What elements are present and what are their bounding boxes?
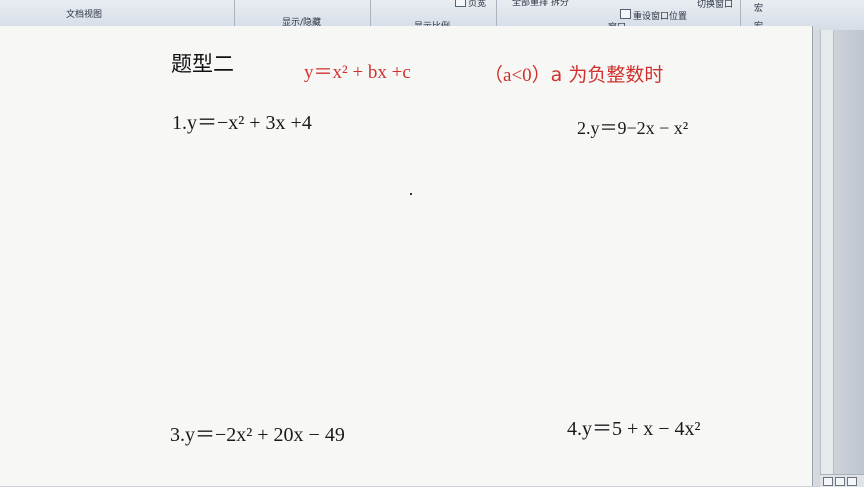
print-layout-view-icon[interactable] [823, 477, 833, 486]
question-2: 2.y＝9−2x − x² [577, 118, 689, 138]
reset-window-button[interactable]: 重设窗口位置 [633, 9, 687, 22]
condition-text: （a<0）a 为负整数时 [484, 60, 663, 87]
macro-button[interactable]: 宏 [754, 1, 763, 14]
question-3: 3.y＝−2x² + 20x − 49 [170, 424, 345, 446]
document-page[interactable]: 题型二 y＝x² + bx +c （a<0）a 为负整数时 1.y＝−x² + … [0, 26, 813, 486]
web-layout-view-icon[interactable] [847, 477, 857, 486]
condition-a: a<0 [503, 65, 532, 86]
question-4: 4.y＝5 + x − 4x² [567, 418, 701, 440]
condition-prefix: （ [484, 64, 504, 86]
vertical-scrollbar[interactable] [820, 30, 834, 474]
page-title: 题型二 [171, 52, 234, 76]
template-equation: y＝x² + bx +c [304, 62, 411, 83]
text-cursor-mark [410, 193, 412, 195]
ribbon-group-document-view[interactable]: 文档视图 [66, 7, 102, 20]
page-width-button[interactable]: 页宽 [468, 0, 486, 9]
status-bar-view-buttons [820, 474, 864, 487]
switch-window-button[interactable]: 切换窗口 [697, 0, 733, 10]
condition-suffix: ）a 为负整数时 [531, 64, 664, 86]
full-screen-view-icon[interactable] [835, 477, 845, 486]
question-1: 1.y＝−x² + 3x +4 [172, 112, 312, 134]
arrange-split-buttons[interactable]: 全部重排 拆分 [512, 0, 569, 8]
page-width-icon[interactable] [455, 0, 466, 7]
reset-window-icon[interactable] [620, 9, 631, 19]
